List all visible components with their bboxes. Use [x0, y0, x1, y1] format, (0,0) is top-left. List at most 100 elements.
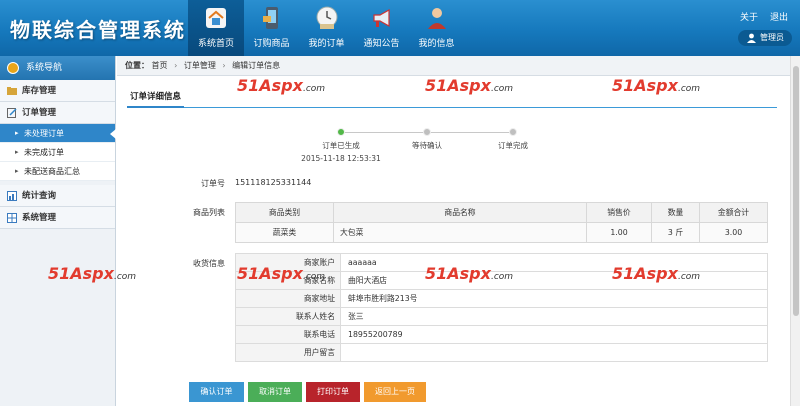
- back-button[interactable]: 返回上一页: [364, 382, 426, 402]
- sidebar-item-unfinished-orders[interactable]: 未完成订单: [0, 143, 115, 162]
- progress-step-label: 订单已生成: [322, 141, 360, 150]
- sidebar: 系统导航 库存管理 订单管理 未处理订单 未完成订单 未配送商品汇总 统计查询 …: [0, 56, 116, 406]
- sidebar-group-label: 统计查询: [22, 191, 57, 201]
- goods-list-label: 商品列表: [193, 208, 225, 217]
- scrollbar-thumb[interactable]: [793, 66, 799, 316]
- shipping-info-label: 收货信息: [193, 259, 225, 268]
- sidebar-group-inventory[interactable]: 库存管理: [0, 80, 115, 102]
- order-no-value: 151118125331144: [235, 178, 312, 187]
- column-header: 数量: [651, 202, 700, 223]
- column-header: 商品名称: [333, 202, 587, 223]
- table-row: 商家名称 曲阳大酒店: [235, 271, 768, 290]
- table-row: 蔬菜类 大包菜 1.00 3 斤 3.00: [235, 222, 768, 243]
- table-header-row: 商品类别 商品名称 销售价 数量 金额合计: [235, 202, 768, 223]
- field-value: 张三: [340, 307, 768, 326]
- user-info-icon: [427, 8, 446, 29]
- about-link[interactable]: 关于: [740, 10, 758, 23]
- nav-item-my-info[interactable]: 我的信息: [409, 0, 464, 56]
- main-content: 位置： 首页 › 订单管理 › 编辑订单信息 订单详细信息 订单已生成 等待确认…: [117, 56, 800, 406]
- progress-step-dot: [337, 128, 345, 136]
- goods-table: 商品类别 商品名称 销售价 数量 金额合计 蔬菜类 大包菜 1.00 3 斤 3…: [235, 202, 768, 243]
- nav-label: 通知公告: [363, 39, 400, 49]
- nav-item-my-orders[interactable]: 我的订单: [299, 0, 354, 56]
- order-no-label: 订单号: [201, 179, 225, 188]
- sidebar-title: 系统导航: [26, 63, 63, 73]
- nav-label: 系统首页: [197, 39, 234, 49]
- sidebar-group-stats[interactable]: 统计查询: [0, 185, 115, 207]
- tab-order-detail[interactable]: 订单详细信息: [127, 86, 185, 108]
- nav-label: 订购商品: [253, 39, 290, 49]
- table-cell: 蔬菜类: [235, 222, 334, 243]
- column-header: 销售价: [586, 202, 652, 223]
- sidebar-group-label: 系统管理: [22, 213, 57, 223]
- sidebar-header: 系统导航: [0, 56, 115, 80]
- field-key: 联系电话: [235, 325, 341, 344]
- field-value: 18955200789: [340, 325, 768, 344]
- table-cell: 3.00: [699, 222, 768, 243]
- top-links: 关于 退出: [740, 10, 788, 23]
- nav-item-order-goods[interactable]: 订购商品: [244, 0, 299, 56]
- table-cell: 1.00: [586, 222, 652, 243]
- field-key: 商家账户: [235, 253, 341, 272]
- vertical-scrollbar[interactable]: [790, 56, 800, 406]
- breadcrumb-orders[interactable]: 订单管理: [184, 61, 216, 70]
- print-order-button[interactable]: 打印订单: [306, 382, 360, 402]
- grid-icon: [7, 213, 17, 223]
- table-row: 联系电话 18955200789: [235, 325, 768, 344]
- nav-toggle-icon[interactable]: [7, 62, 19, 74]
- megaphone-icon: [372, 8, 390, 28]
- table-cell: 3 斤: [651, 222, 700, 243]
- breadcrumb-current: 编辑订单信息: [232, 61, 281, 70]
- confirm-order-button[interactable]: 确认订单: [189, 382, 244, 402]
- column-header: 金额合计: [699, 202, 768, 223]
- field-key: 商家名称: [235, 271, 341, 290]
- user-icon: [747, 33, 756, 43]
- order-clock-icon: [316, 6, 337, 29]
- column-header: 商品类别: [235, 202, 334, 223]
- action-buttons: 确认订单 取消订单 打印订单 返回上一页: [189, 382, 426, 402]
- shipping-table: 商家账户 aaaaaa 商家名称 曲阳大酒店 商家地址 蚌埠市胜利路213号 联系人姓…: [235, 253, 768, 362]
- table-row: 用户留言: [235, 343, 768, 362]
- chart-icon: [7, 191, 17, 201]
- breadcrumb: 位置： 首页 › 订单管理 › 编辑订单信息: [117, 56, 800, 76]
- user-menu-button[interactable]: 管理员: [738, 30, 792, 46]
- sidebar-group-system[interactable]: 系统管理: [0, 207, 115, 229]
- sidebar-item-unprocessed-orders[interactable]: 未处理订单: [0, 124, 116, 143]
- phone-order-icon: [262, 7, 278, 29]
- progress-step-label: 订单完成: [498, 141, 528, 150]
- sidebar-group-label: 库存管理: [22, 86, 57, 96]
- field-key: 商家地址: [235, 289, 341, 308]
- top-nav: 系统首页 订购商品 我的订单 通知公告 我的信息: [188, 0, 464, 56]
- app-title: 物联综合管理系统: [10, 18, 186, 42]
- field-value: aaaaaa: [340, 253, 768, 272]
- edit-icon: [7, 108, 17, 118]
- header-bar: 物联综合管理系统 系统首页 订购商品 我的订单 通知公告 我的信息 关于 退出 …: [0, 0, 800, 56]
- folder-icon: [7, 87, 17, 95]
- table-row: 商家地址 蚌埠市胜利路213号: [235, 289, 768, 308]
- tab-bar: 订单详细信息: [127, 86, 777, 108]
- field-key: 用户留言: [235, 343, 341, 362]
- breadcrumb-lead: 位置：: [125, 61, 149, 70]
- user-message-value: [340, 343, 768, 362]
- cancel-order-button[interactable]: 取消订单: [248, 382, 302, 402]
- nav-item-notice[interactable]: 通知公告: [354, 0, 409, 56]
- sidebar-group-orders[interactable]: 订单管理: [0, 102, 115, 124]
- table-row: 联系人姓名 张三: [235, 307, 768, 326]
- progress-step-dot: [509, 128, 517, 136]
- progress-step-label: 等待确认: [412, 141, 442, 150]
- sidebar-item-undelivered-summary[interactable]: 未配送商品汇总: [0, 162, 115, 181]
- home-icon: [206, 8, 226, 28]
- progress-step-dot: [423, 128, 431, 136]
- table-cell: 大包菜: [333, 222, 587, 243]
- breadcrumb-separator: ›: [174, 61, 178, 70]
- breadcrumb-home[interactable]: 首页: [152, 61, 168, 70]
- field-value: 曲阳大酒店: [340, 271, 768, 290]
- order-progress: 订单已生成 等待确认 订单完成 2015-11-18 12:53:31: [301, 128, 528, 168]
- sidebar-group-label: 订单管理: [22, 108, 57, 118]
- nav-label: 我的信息: [418, 39, 455, 49]
- user-name: 管理员: [760, 33, 784, 42]
- nav-item-home[interactable]: 系统首页: [188, 0, 244, 56]
- breadcrumb-separator: ›: [222, 61, 226, 70]
- logout-link[interactable]: 退出: [770, 10, 788, 23]
- field-value: 蚌埠市胜利路213号: [340, 289, 768, 308]
